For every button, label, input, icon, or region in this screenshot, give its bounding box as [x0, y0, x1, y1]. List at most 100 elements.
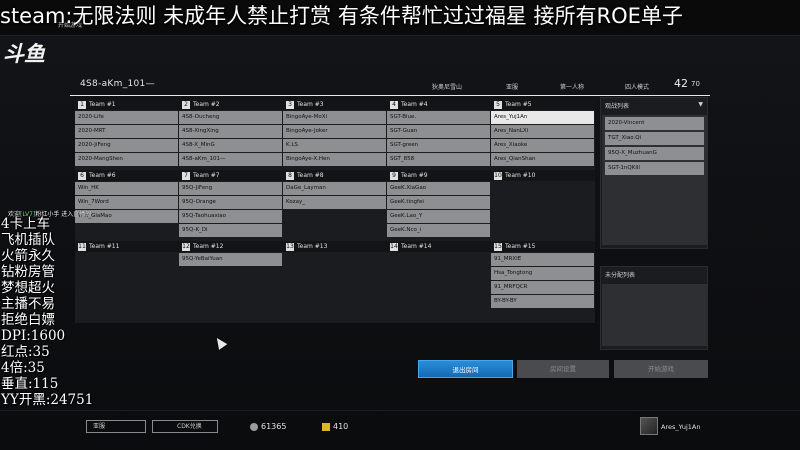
player-slot[interactable]: BingoAye-MoXi: [283, 111, 386, 124]
avatar[interactable]: [640, 417, 658, 435]
team-number-badge: 10: [494, 171, 502, 180]
unassigned-title: 未分配列表: [605, 272, 636, 279]
player-slot[interactable]: 95Q-JiFeng: [179, 182, 282, 195]
player-slot[interactable]: GeeK.tingfei: [387, 196, 490, 209]
coin-balance: 61365: [261, 422, 287, 431]
player-slot[interactable]: Ares_QianShan: [491, 153, 594, 166]
player-slot[interactable]: Hsa_Tongtong: [491, 267, 594, 280]
bottom-bar: 亚服 CDK兑换 61365 410 Ares_Yuj1An: [0, 410, 800, 440]
server-button[interactable]: 亚服: [86, 420, 146, 433]
team-number-badge: 13: [286, 242, 294, 251]
player-slot[interactable]: BingoAye-X.Hen: [283, 153, 386, 166]
player-slot[interactable]: GeeK.XiaGao: [387, 182, 490, 195]
team-number-badge: 12: [182, 242, 190, 251]
team-name: Team #12: [193, 243, 224, 250]
team-number-badge: 2: [182, 100, 190, 109]
player-slot[interactable]: K.LS: [283, 139, 386, 152]
player-slot[interactable]: 2020-JiFeng: [75, 139, 178, 152]
player-slot[interactable]: Ares_Xiaoke: [491, 139, 594, 152]
team-3[interactable]: 3 Team #3 BingoAye-MoXi BingoAye-Joker K.LS B…: [283, 99, 387, 169]
username: Ares_Yuj1An: [661, 423, 701, 431]
team-12[interactable]: 12 Team #12 95Q-YeBaiYuan: [179, 241, 283, 311]
leave-room-button[interactable]: 退出房间: [418, 360, 513, 378]
team-1[interactable]: 1 Team #1 2020-Life 2020-MRT 2020-JiFeng 2020…: [75, 99, 179, 169]
player-slot[interactable]: DaGe_Layman: [283, 182, 386, 195]
team-header: 3 Team #3: [283, 99, 387, 110]
player-slot[interactable]: 4S8-X_MinG: [179, 139, 282, 152]
player-slot[interactable]: Win_HK: [75, 182, 178, 195]
player-slot[interactable]: 95Q-Taohuaxiao: [179, 210, 282, 223]
team-number-badge: 15: [494, 242, 502, 251]
coin-icon: [250, 423, 258, 431]
team-11[interactable]: 11 Team #11: [75, 241, 179, 311]
team-10[interactable]: 10 Team #10: [491, 170, 595, 240]
team-number-badge: 5: [494, 100, 502, 109]
player-slot[interactable]: 4S8-XingXing: [179, 125, 282, 138]
overlay-line: 4卡上车: [1, 216, 51, 232]
team-13[interactable]: 13 Team #13: [283, 241, 387, 311]
team-number-badge: 3: [286, 100, 294, 109]
spectator-list: 2020-Vincent TGT_Xiao.Qi 95Q-X_MuzhuanG SGT…: [602, 115, 707, 245]
player-slot[interactable]: 2020-MRT: [75, 125, 178, 138]
team-header: 2 Team #2: [179, 99, 283, 110]
spectator-item[interactable]: TGT_Xiao.Qi: [605, 132, 704, 145]
team-header: 13 Team #13: [283, 241, 387, 252]
player-slot[interactable]: 91_MRXIE: [491, 253, 594, 266]
player-slot[interactable]: Win_7Word: [75, 196, 178, 209]
team-name: Team #11: [89, 243, 120, 250]
team-header: 8 Team #8: [283, 170, 387, 181]
player-slot[interactable]: SGT-Guan: [387, 125, 490, 138]
room-mode: 四人模式: [625, 84, 650, 91]
team-5[interactable]: 5 Team #5 Ares_Yuj1An Ares_NanLXi Ares_Xiaok…: [491, 99, 595, 169]
player-slot[interactable]: 2020-Life: [75, 111, 178, 124]
team-name: Team #13: [297, 243, 328, 250]
player-slot[interactable]: 2020-MangShen: [75, 153, 178, 166]
player-slot[interactable]: 95Q-Orange: [179, 196, 282, 209]
team-name: Team #2: [193, 101, 220, 108]
team-name: Team #1: [89, 101, 116, 108]
player-slot[interactable]: GeeK.Lao_Y: [387, 210, 490, 223]
player-slot[interactable]: 95Q-K_Di: [179, 224, 282, 237]
team-7[interactable]: 7 Team #7 95Q-JiFeng 95Q-Orange 95Q-Taohuaxi…: [179, 170, 283, 240]
start-game-button[interactable]: 开始游戏: [614, 360, 708, 378]
team-name: Team #3: [297, 101, 324, 108]
team-header: 9 Team #9: [387, 170, 491, 181]
spectator-panel: 观战列表 ▼ 2020-Vincent TGT_Xiao.Qi 95Q-X_Muzh…: [600, 97, 708, 249]
player-slot[interactable]: 4S8-Oucheng: [179, 111, 282, 124]
player-slot[interactable]: SGT-Blue.: [387, 111, 490, 124]
team-6[interactable]: 6 Team #6 Win_HK Win_7Word Win_GiaMao: [75, 170, 179, 240]
room-header: 4S8-aKm_101— 狄奥尼雪山 亚服 第一人称 四人模式 42 70: [70, 77, 710, 92]
room-perspective: 第一人称: [560, 84, 585, 91]
spectator-item[interactable]: 95Q-X_MuzhuanG: [605, 147, 704, 160]
team-name: Team #9: [401, 172, 428, 179]
player-slot[interactable]: BingoAye-Joker: [283, 125, 386, 138]
team-number-badge: 4: [390, 100, 398, 109]
player-slot[interactable]: Ares_Yuj1An: [491, 111, 594, 124]
team-header: 10 Team #10: [491, 170, 595, 181]
spectator-item[interactable]: 2020-Vincent: [605, 117, 704, 130]
player-slot[interactable]: SGT_858: [387, 153, 490, 166]
team-15[interactable]: 15 Team #15 91_MRXIE Hsa_Tongtong 91_MRFQCR B…: [491, 241, 595, 311]
spectator-item[interactable]: SGT-1nQKill: [605, 162, 704, 175]
overlay-line: YY开黑:24751: [1, 392, 94, 408]
team-2[interactable]: 2 Team #2 4S8-Oucheng 4S8-XingXing 4S8-X_Min…: [179, 99, 283, 169]
overlay-line: DPI:1600: [1, 328, 66, 344]
team-name: Team #14: [401, 243, 432, 250]
team-14[interactable]: 14 Team #14: [387, 241, 491, 311]
player-slot[interactable]: Kozay_: [283, 196, 386, 209]
player-slot[interactable]: GeeK.Nco_i: [387, 224, 490, 237]
player-slot[interactable]: 91_MRFQCR: [491, 281, 594, 294]
player-slot[interactable]: Ares_NanLXi: [491, 125, 594, 138]
team-4[interactable]: 4 Team #4 SGT-Blue. SGT-Guan SGT-green SGT_85…: [387, 99, 491, 169]
team-8[interactable]: 8 Team #8 DaGe_Layman Kozay_: [283, 170, 387, 240]
room-settings-button[interactable]: 房间设置: [517, 360, 609, 378]
team-header: 15 Team #15: [491, 241, 595, 252]
player-slot[interactable]: 4S8-aKm_101—: [179, 153, 282, 166]
player-slot[interactable]: 95Q-YeBaiYuan: [179, 253, 282, 266]
cdk-button[interactable]: CDK兑换: [152, 420, 218, 433]
player-slot[interactable]: BY-BY-BY: [491, 295, 594, 308]
chevron-down-icon[interactable]: ▼: [698, 101, 703, 108]
player-slot[interactable]: SGT-green: [387, 139, 490, 152]
team-header: 6 Team #6: [75, 170, 179, 181]
team-9[interactable]: 9 Team #9 GeeK.XiaGao GeeK.tingfei GeeK.Lao_…: [387, 170, 491, 240]
